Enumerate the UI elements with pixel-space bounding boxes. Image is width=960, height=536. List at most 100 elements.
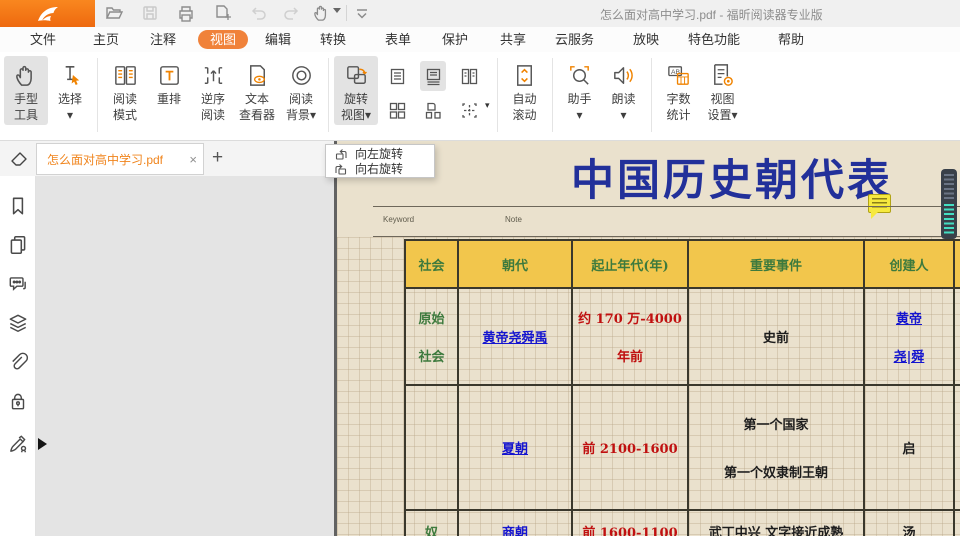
facing-continuous-button[interactable] [384, 95, 410, 125]
app-logo[interactable] [0, 0, 95, 27]
continuous-page-button[interactable] [420, 61, 446, 91]
menu-protect[interactable]: 保护 [442, 30, 468, 49]
view-settings-icon [709, 59, 736, 92]
view-settings-label: 视图 设置▾ [708, 92, 738, 123]
header-rule-top [373, 206, 960, 207]
table-row: 商朝 [459, 511, 573, 536]
table-row: 前 2100-1600 [573, 386, 689, 511]
bookmark-panel-icon[interactable] [7, 195, 29, 217]
reverse-reading-icon [200, 59, 227, 92]
read-mode-label: 阅读 模式 [113, 92, 137, 123]
foxit-logo-icon [35, 4, 61, 24]
founder-link[interactable]: 尧|舜 [894, 346, 925, 365]
auto-scroll-button[interactable]: 自动 滚动 [503, 56, 547, 125]
founder-text: 启 [902, 438, 915, 457]
table-cell-extra [955, 289, 960, 386]
cover-facing-button[interactable] [420, 95, 446, 125]
dynasty-link[interactable]: 夏朝 [502, 438, 528, 457]
col-header-society: 社会 [406, 241, 459, 289]
select-tool-button[interactable]: 选择 ▾ [48, 56, 92, 125]
view-settings-button[interactable]: 视图 设置▾ [701, 56, 745, 125]
rotate-right-menu-item[interactable]: 向右旋转 [326, 161, 434, 176]
menu-help[interactable]: 帮助 [778, 30, 804, 49]
header-rule-bottom [373, 236, 960, 237]
page-thumbnails-panel-icon[interactable] [7, 234, 29, 256]
hand-tool-caret-icon[interactable] [333, 8, 353, 28]
dynasty-link[interactable]: 商朝 [502, 522, 528, 536]
rotate-right-icon [334, 162, 348, 176]
facing-pages-button[interactable] [456, 61, 482, 91]
period-text: 前 2100-1600 [582, 438, 677, 457]
rotate-left-menu-item[interactable]: 向左旋转 [326, 146, 434, 161]
organize-pages-button[interactable] [212, 3, 232, 23]
menu-cloud[interactable]: 云服务 [555, 30, 594, 49]
founder-link[interactable]: 黄帝 [896, 308, 922, 327]
undo-button[interactable] [248, 3, 268, 23]
print-button[interactable] [176, 3, 196, 23]
reading-background-icon [288, 59, 315, 92]
ribbon-separator [97, 58, 98, 132]
scroll-indicator-gray-marks [944, 174, 954, 199]
table-row: 夏朝 [459, 386, 573, 511]
redo-button[interactable] [282, 3, 302, 23]
document-scroll-indicator[interactable] [941, 169, 957, 239]
select-tool-label: 选择 ▾ [58, 92, 82, 123]
reverse-reading-button[interactable]: 逆序 阅读 [191, 56, 235, 125]
single-page-button[interactable] [384, 61, 410, 91]
rotate-view-button[interactable]: 旋转 视图▾ [334, 56, 378, 125]
assistant-button[interactable]: 助手 ▾ [558, 56, 602, 125]
menu-convert[interactable]: 转换 [320, 30, 346, 49]
word-count-button[interactable]: AB 字数 统计 [657, 56, 701, 125]
customize-toolbar-chevron-icon[interactable] [352, 3, 372, 23]
table-row: 黄帝 尧|舜 [865, 289, 955, 386]
menu-form[interactable]: 表单 [385, 30, 411, 49]
read-mode-button[interactable]: 阅读 模式 [103, 56, 147, 125]
panel-expand-handle[interactable] [38, 438, 47, 450]
event-text: 史前 [763, 327, 789, 346]
rotate-view-icon [343, 59, 370, 92]
menu-features[interactable]: 特色功能 [688, 30, 740, 49]
menu-comment[interactable]: 注释 [150, 30, 176, 49]
table-row [406, 386, 459, 511]
layers-panel-icon[interactable] [7, 312, 29, 334]
security-panel-icon[interactable] [7, 390, 29, 412]
split-view-caret-icon[interactable]: ▾ [485, 100, 490, 111]
tab-close-icon[interactable]: × [189, 152, 197, 167]
text-viewer-icon [244, 59, 271, 92]
document-tab[interactable]: 怎么面对高中学习.pdf × [36, 143, 204, 175]
quick-access-separator [346, 5, 347, 21]
menu-home[interactable]: 主页 [93, 30, 119, 49]
word-count-icon: AB [665, 59, 692, 92]
menu-edit[interactable]: 编辑 [265, 30, 291, 49]
speaker-icon [610, 59, 637, 92]
split-view-button[interactable] [456, 95, 482, 125]
reflow-button[interactable]: 重排 [147, 56, 191, 110]
dynasty-link[interactable]: 黄帝尧舜禹 [482, 327, 547, 346]
new-tab-button[interactable]: + [212, 145, 223, 171]
hand-tool-label: 手型 工具 [14, 92, 38, 123]
comments-panel-icon[interactable] [7, 273, 29, 295]
reading-background-button[interactable]: 阅读 背景▾ [279, 56, 323, 125]
event-text: 武丁中兴 文字接近成熟 [709, 522, 844, 536]
note-label: Note [505, 215, 522, 224]
signature-panel-icon[interactable] [7, 433, 29, 455]
menu-file[interactable]: 文件 [30, 30, 56, 49]
eraser-icon[interactable] [8, 147, 30, 169]
navigation-panel-collapsed [36, 176, 334, 536]
table-row: 第一个国家 第一个奴隶制王朝 [689, 386, 865, 511]
menu-share[interactable]: 共享 [500, 30, 526, 49]
hand-tool-quick-button[interactable] [312, 3, 332, 23]
save-button[interactable] [140, 3, 160, 23]
sticky-note-annotation-icon[interactable] [868, 194, 891, 213]
read-aloud-button[interactable]: 朗读 ▾ [602, 56, 646, 125]
text-viewer-button[interactable]: 文本 查看器 [235, 56, 279, 125]
hand-tool-button[interactable]: 手型 工具 [4, 56, 48, 125]
menu-present[interactable]: 放映 [633, 30, 659, 49]
open-file-button[interactable] [104, 3, 124, 23]
hand-icon [13, 59, 40, 92]
attachments-panel-icon[interactable] [7, 351, 29, 373]
page-layout-group [378, 56, 484, 125]
period-text: 前 1600-1100 [582, 522, 677, 536]
menu-view-active[interactable]: 视图 [198, 30, 248, 49]
window-title: 怎么面对高中学习.pdf - 福昕阅读器专业版 [600, 6, 823, 23]
